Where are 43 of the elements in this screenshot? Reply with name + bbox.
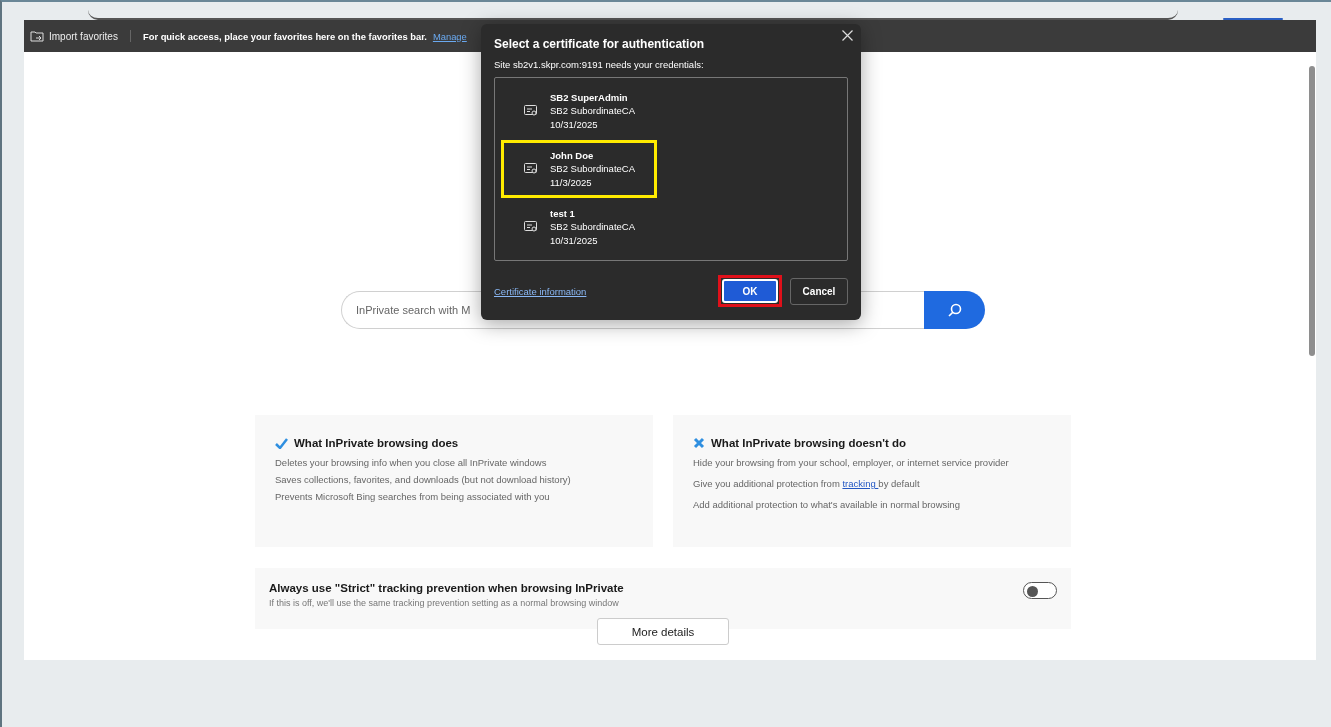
- certificate-info-link[interactable]: Certificate information: [494, 285, 710, 297]
- checkmark-icon: [275, 437, 288, 449]
- card-title: What InPrivate browsing doesn't do: [711, 437, 907, 449]
- certificate-name: John Doe: [550, 148, 595, 163]
- search-icon: [947, 303, 962, 317]
- setting-title: Always use "Strict" tracking prevention when browsing InPrivate: [269, 582, 624, 594]
- certificate-date: 10/31/2025: [550, 233, 599, 248]
- card-item: Add additional protection to what's available in normal browsing: [693, 499, 961, 510]
- dialog-subtitle: Site sb2v1.skpr.com:9191 needs your credentials:: [494, 59, 705, 70]
- certificate-icon: [524, 105, 538, 117]
- close-icon: [842, 30, 853, 41]
- toggle-switch[interactable]: [1023, 582, 1057, 599]
- folder-icon: [30, 30, 45, 42]
- favorites-hint: For quick access, place your favorites here on the favorites bar.: [142, 30, 427, 42]
- certificate-item[interactable]: test 1 SB2 SubordinateCA 10/31/2025: [501, 198, 657, 256]
- card-item: Hide your browsing from your school, employer, or internet service provider: [693, 457, 1010, 468]
- card-item: Give you additional protection from tracking by default: [693, 478, 921, 489]
- certificate-icon: [524, 163, 538, 175]
- dialog-title: Select a certificate for authentication: [494, 37, 706, 51]
- manage-link[interactable]: Manage: [432, 30, 467, 42]
- certificate-date: 11/3/2025: [550, 175, 593, 190]
- certificate-issuer: SB2 SubordinateCA: [550, 162, 636, 176]
- search-button[interactable]: [924, 291, 985, 329]
- card-item: Deletes your browsing info when you close all InPrivate windows: [275, 457, 548, 468]
- certificate-icon: [524, 221, 538, 233]
- setting-description: If this is off, we'll use the same tracking prevention setting as a normal browsing window: [269, 598, 620, 608]
- card-title: What InPrivate browsing does: [294, 437, 459, 449]
- more-details-button[interactable]: More details: [597, 618, 729, 645]
- certificate-date: 10/31/2025: [550, 117, 599, 132]
- certificate-item[interactable]: SB2 SuperAdmin SB2 SubordinateCA 10/31/2025: [501, 82, 657, 140]
- certificate-issuer: SB2 SubordinateCA: [550, 220, 636, 234]
- close-button[interactable]: [840, 28, 855, 43]
- card-item: Prevents Microsoft Bing searches from being associated with you: [275, 491, 551, 502]
- cancel-button[interactable]: Cancel: [790, 277, 848, 305]
- card-item: Saves collections, favorites, and downloads (but not download history): [275, 474, 572, 485]
- certificate-name: test 1: [550, 206, 576, 221]
- tracking-link[interactable]: tracking: [842, 478, 879, 489]
- certificate-name: SB2 SuperAdmin: [550, 90, 629, 105]
- certificate-item[interactable]: John Doe SB2 SubordinateCA 11/3/2025: [501, 140, 657, 198]
- cross-icon: [693, 437, 705, 449]
- certificate-issuer: SB2 SubordinateCA: [550, 104, 636, 118]
- import-favorites-button[interactable]: Import favorites: [30, 30, 131, 42]
- ok-button[interactable]: OK: [722, 279, 778, 303]
